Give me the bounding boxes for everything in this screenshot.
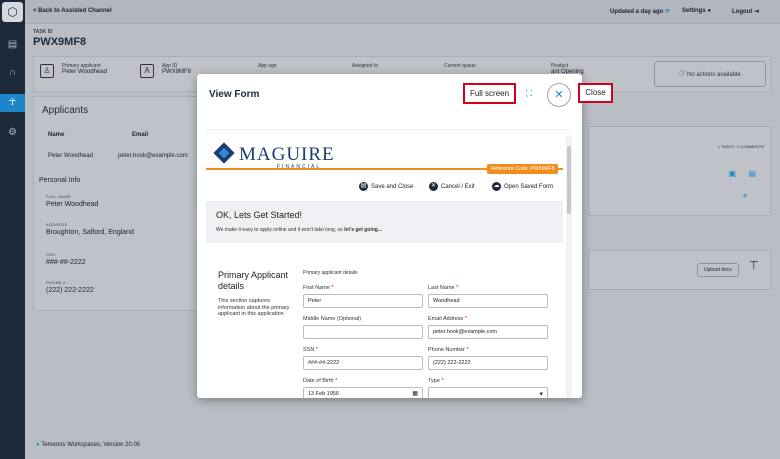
ssn-field: SSN ###-##-2222 — [46, 252, 86, 266]
upload-icon: ⊤ — [749, 260, 759, 272]
document-icon[interactable]: ▤ — [748, 169, 756, 178]
scrollbar-thumb[interactable] — [567, 146, 571, 214]
app-id-icon: A — [140, 64, 154, 78]
close-callout[interactable]: Close — [578, 83, 613, 103]
expand-icon[interactable]: ⛶ — [524, 88, 534, 98]
headset-nav-icon[interactable]: ∩ — [0, 64, 25, 82]
email-input[interactable]: peter.hook@example.com — [428, 325, 548, 339]
brand-name: MAGUIRE — [239, 144, 335, 165]
upload-docs-button[interactable]: Upload docs — [697, 263, 739, 277]
warning-icon: ⓘ — [679, 72, 686, 78]
personal-info-heading: Personal Info — [39, 177, 81, 184]
settings-link[interactable]: Settings ● — [682, 8, 711, 14]
open-saved-form-button[interactable]: ☁ Open Saved Form — [492, 182, 553, 191]
applicant-row-name[interactable]: Peter Woodhead — [48, 153, 93, 159]
last-name-input[interactable]: Woodhead — [428, 294, 548, 308]
queue-cell: Current queue — [444, 63, 476, 69]
logout-link[interactable]: Logout ⇥ — [732, 8, 759, 15]
refresh-icon[interactable]: ⟳ — [665, 9, 670, 15]
tasks-count: 1 TASKS · 0 COMMENTS — [717, 144, 764, 149]
get-started-title: OK, Lets Get Started! — [216, 210, 303, 220]
address-field: ADDRESS Broughton, Salford, England — [46, 222, 134, 236]
save-close-button[interactable]: ▤ Save and Close — [359, 182, 413, 191]
cloud-icon: ☁ — [492, 182, 501, 191]
type-group: Type * — [428, 378, 548, 398]
middle-name-group: Middle Name (Optional) — [303, 316, 423, 339]
middle-name-input[interactable] — [303, 325, 423, 339]
tasks-panel: 1 TASKS · 0 COMMENTS ▣ ▤ + — [588, 126, 771, 216]
form-frame: MAGUIRE FINANCIAL Reference Code: PWX9MF… — [206, 129, 572, 398]
phone-group: Phone Number * (222) 222-2222 — [428, 347, 548, 370]
updated-status: Updated a day ago ⟳ — [610, 9, 671, 15]
cancel-icon: ✕ — [429, 182, 438, 191]
task-id-label: TASK ID — [33, 29, 53, 35]
get-started-subtitle: We make it easy to apply online and it w… — [216, 227, 383, 233]
get-started-banner: OK, Lets Get Started! We make it easy to… — [206, 201, 563, 243]
assigned-cell: Assigned to — [352, 63, 379, 69]
accessibility-nav-icon[interactable]: ☥ — [0, 94, 25, 112]
cancel-exit-button[interactable]: ✕ Cancel / Exit — [429, 182, 475, 191]
reference-code-badge: Reference Code: PWX9MF8 — [487, 164, 559, 174]
add-task-icon[interactable]: + — [742, 191, 748, 202]
phone-field: PHONE # (222) 222-2222 — [46, 280, 94, 294]
full-name-field: FULL NAME Peter Woodhead — [46, 194, 99, 208]
app-id-cell: App ID PWX9MF8 — [162, 63, 192, 75]
applicant-row-email[interactable]: peter.hook@example.com — [118, 153, 188, 159]
ssn-group: SSN * ###-##-2222 — [303, 347, 423, 370]
form-scrollbar[interactable] — [566, 136, 572, 398]
upload-panel: Upload docs ⊤ — [588, 250, 771, 290]
save-icon: ▤ — [359, 182, 368, 191]
section-title: Primary Applicant details — [218, 270, 289, 291]
phone-input[interactable]: (222) 222-2222 — [428, 356, 548, 370]
footer: ● Temenos Workspaces, Version 20.05 — [36, 442, 141, 448]
view-form-modal: View Form Full screen ⛶ ✕ MAGUIRE FINANC… — [197, 74, 582, 398]
primary-details-heading: Primary applicant details — [303, 270, 358, 276]
last-name-group: Last Name * Woodhead — [428, 285, 548, 308]
dob-group: Date of Birth * 13 Feb 1956 ▦ — [303, 378, 423, 398]
left-rail: ⬡ ▤ ∩ ☥ ⚙ — [0, 0, 25, 459]
dob-input[interactable]: 13 Feb 1956 ▦ — [303, 387, 423, 398]
type-select[interactable] — [428, 387, 548, 398]
applicants-panel: Applicants Name Email Peter Woodhead pet… — [33, 96, 198, 311]
settings-nav-icon[interactable]: ⚙ — [0, 124, 25, 142]
full-screen-button[interactable]: Full screen — [463, 83, 516, 104]
col-name: Name — [48, 132, 65, 138]
calendar-icon[interactable]: ▦ — [412, 390, 418, 397]
no-actions-box: ⓘ No actions available — [654, 61, 766, 87]
logout-icon: ⇥ — [754, 9, 760, 15]
first-name-input[interactable]: Peter — [303, 294, 423, 308]
col-email: Email — [132, 132, 149, 138]
temenos-logo-icon: ● — [36, 442, 40, 448]
app-logo-icon[interactable]: ⬡ — [2, 2, 23, 22]
ssn-input[interactable]: ###-##-2222 — [303, 356, 423, 370]
section-description: This section captures information about … — [218, 298, 290, 317]
person-icon: ♙ — [40, 64, 54, 78]
modal-title: View Form — [209, 89, 260, 100]
app-age-cell: App age — [258, 63, 277, 69]
documents-nav-icon[interactable]: ▤ — [0, 36, 25, 54]
list-icon[interactable]: ▣ — [728, 169, 736, 178]
applicants-title: Applicants — [42, 105, 89, 116]
task-id: PWX9MF8 — [33, 36, 87, 48]
back-link[interactable]: < Back to Assisted Channel — [33, 8, 112, 14]
top-bar: < Back to Assisted Channel Updated a day… — [25, 0, 780, 24]
primary-applicant-cell: Primary applicant Peter Woodhead — [62, 63, 107, 75]
email-group: Email Address * peter.hook@example.com — [428, 316, 548, 339]
first-name-group: First Name * Peter — [303, 285, 423, 308]
user-icon: ● — [707, 8, 711, 14]
close-icon[interactable]: ✕ — [547, 83, 571, 107]
diamond-logo-icon — [213, 142, 235, 164]
